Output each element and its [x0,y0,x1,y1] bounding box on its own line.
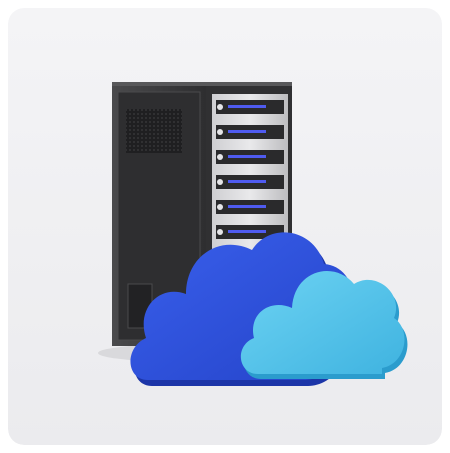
illustration-card [8,8,442,445]
server-cloud-icon [8,8,442,445]
